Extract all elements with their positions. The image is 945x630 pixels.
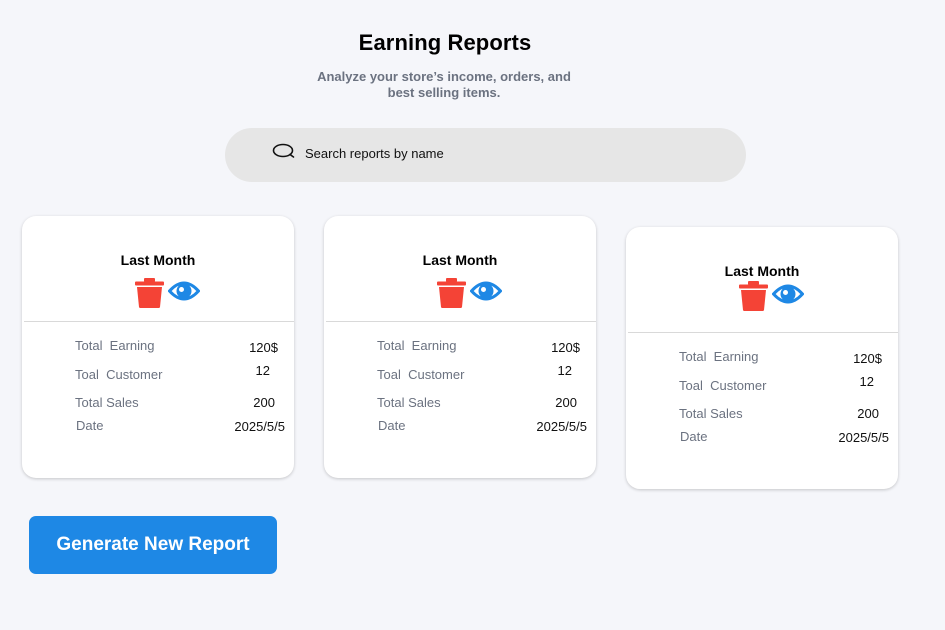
trash-icon[interactable] xyxy=(135,278,164,308)
total-earning-label: Total Earning xyxy=(679,349,759,364)
trash-icon[interactable] xyxy=(437,278,466,308)
total-customer-value: 12 xyxy=(255,363,270,378)
total-customer-value: 12 xyxy=(557,363,572,378)
total-sales-value: 200 xyxy=(555,395,577,410)
date-label: Date xyxy=(680,429,708,444)
report-card-2: Last Month Total Earning 120$ Toal Custo… xyxy=(324,216,596,478)
generate-new-report-button[interactable]: Generate New Report xyxy=(29,516,277,574)
page-subtitle-line-2: best selling items. xyxy=(387,85,501,100)
total-earning-value: 120$ xyxy=(853,351,882,366)
date-value: 2025/5/5 xyxy=(536,419,587,434)
search-bar[interactable] xyxy=(225,128,746,182)
search-input[interactable] xyxy=(305,144,705,162)
card-divider xyxy=(24,321,294,322)
report-card-1: Last Month Total Earning 120$ Toal Custo… xyxy=(22,216,294,478)
report-card-3: Last Month Total Earning 120$ Toal Custo… xyxy=(626,227,898,489)
card-divider xyxy=(628,332,898,333)
date-label: Date xyxy=(76,418,104,433)
card-title: Last Month xyxy=(422,252,498,268)
total-customer-label: Toal Customer xyxy=(679,378,767,393)
total-customer-label: Toal Customer xyxy=(377,367,465,382)
date-value: 2025/5/5 xyxy=(234,419,285,434)
eye-icon[interactable] xyxy=(168,278,200,304)
date-label: Date xyxy=(378,418,406,433)
trash-icon[interactable] xyxy=(739,281,768,311)
card-title: Last Month xyxy=(120,252,196,268)
total-earning-value: 120$ xyxy=(249,340,278,355)
total-customer-label: Toal Customer xyxy=(75,367,163,382)
date-value: 2025/5/5 xyxy=(838,430,889,445)
total-sales-value: 200 xyxy=(857,406,879,421)
total-sales-label: Total Sales xyxy=(679,406,743,421)
search-icon xyxy=(272,143,295,158)
card-title: Last Month xyxy=(724,263,800,279)
total-earning-value: 120$ xyxy=(551,340,580,355)
total-sales-value: 200 xyxy=(253,395,275,410)
total-customer-value: 12 xyxy=(859,374,874,389)
total-sales-label: Total Sales xyxy=(377,395,441,410)
eye-icon[interactable] xyxy=(470,278,502,304)
card-divider xyxy=(326,321,596,322)
page-subtitle: Analyze your store’s income, orders, and… xyxy=(310,69,578,101)
page-title: Earning Reports xyxy=(358,30,532,55)
eye-icon[interactable] xyxy=(772,281,804,307)
total-earning-label: Total Earning xyxy=(75,338,155,353)
total-earning-label: Total Earning xyxy=(377,338,457,353)
page-subtitle-line-1: Analyze your store’s income, orders, and xyxy=(317,69,571,84)
total-sales-label: Total Sales xyxy=(75,395,139,410)
